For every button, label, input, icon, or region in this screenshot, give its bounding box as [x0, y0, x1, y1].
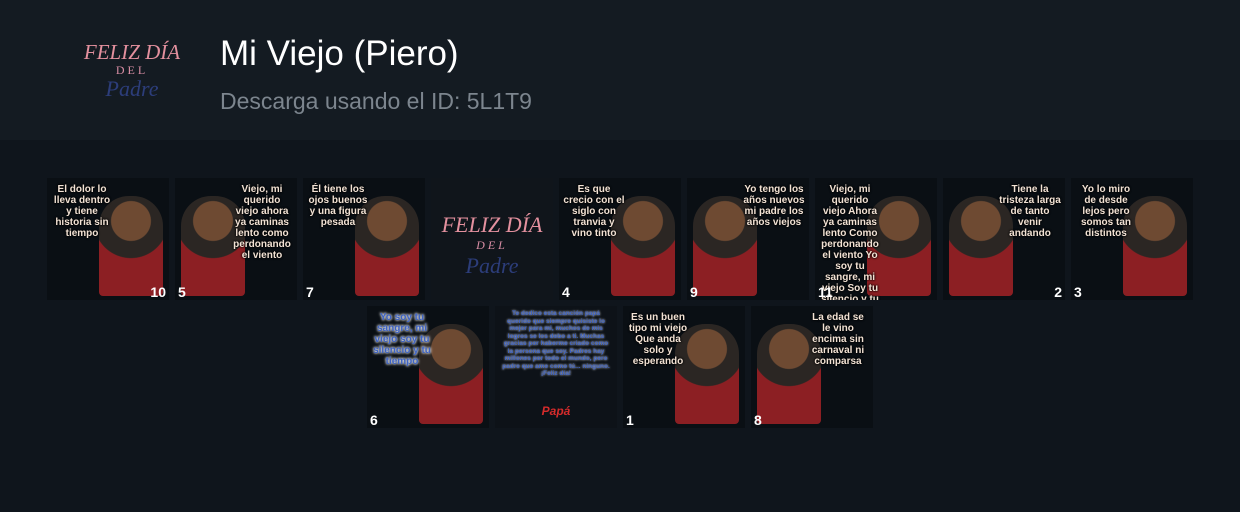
sticker[interactable]: Él tiene los ojos buenos y una figura pe…: [303, 178, 425, 300]
sticker-text: Viejo, mi querido viejo ahora ya caminas…: [233, 184, 291, 261]
sticker-text: Yo tengo los años nuevos mi padre los añ…: [743, 184, 805, 228]
sticker-text: FELIZ DÍA: [441, 212, 543, 237]
sticker-text: Yo soy tu sangre, mi viejo soy tu silenc…: [373, 312, 431, 367]
sticker[interactable]: Es que crecio con el siglo con tranvia y…: [559, 178, 681, 300]
sticker[interactable]: Viejo, mi querido viejo Ahora ya caminas…: [815, 178, 937, 300]
sticker[interactable]: Te dedico esta canción papá querido que …: [495, 306, 617, 428]
sticker-emoji: 5: [178, 284, 186, 300]
sticker-text: Padre: [465, 253, 519, 278]
sticker-emoji: 8: [754, 412, 762, 428]
sticker[interactable]: La edad se le vino encima sin carnaval n…: [751, 306, 873, 428]
sticker-row: Yo soy tu sangre, mi viejo soy tu silenc…: [0, 306, 1240, 428]
pack-icon-text: Padre: [105, 75, 159, 101]
sticker-emoji: 7: [306, 284, 314, 300]
sticker-text: La edad se le vino encima sin carnaval n…: [811, 312, 865, 367]
sticker-emoji: 11: [818, 284, 833, 300]
sticker[interactable]: El dolor lo lleva dentro y tiene histori…: [47, 178, 169, 300]
pack-subtitle: Descarga usando el ID: 5L1T9: [220, 88, 532, 114]
sticker-text: FELIZ DÍA DEL Padre: [431, 212, 553, 279]
sticker-row: El dolor lo lleva dentro y tiene histori…: [0, 178, 1240, 300]
sticker[interactable]: FELIZ DÍA DEL Padre: [431, 178, 553, 300]
pack-title: Mi Viejo (Piero): [220, 34, 459, 73]
sticker-text: Él tiene los ojos buenos y una figura pe…: [308, 184, 368, 228]
sticker-emoji: 2: [1054, 284, 1062, 300]
sticker-text: El dolor lo lleva dentro y tiene histori…: [53, 184, 111, 239]
sticker[interactable]: Yo soy tu sangre, mi viejo soy tu silenc…: [367, 306, 489, 428]
pack-header: FELIZ DÍA DEL Padre Mi Viejo (Piero) Des…: [0, 0, 1240, 140]
sticker-emoji: 4: [562, 284, 570, 300]
pack-icon: FELIZ DÍA DEL Padre: [78, 18, 186, 122]
pack-icon-text: FELIZ DÍA: [83, 39, 181, 64]
sticker-text: Es un buen tipo mi viejo Que anda solo y…: [628, 312, 688, 367]
sticker[interactable]: Es un buen tipo mi viejo Que anda solo y…: [623, 306, 745, 428]
sticker-text: Viejo, mi querido viejo Ahora ya caminas…: [821, 184, 879, 300]
sticker-text: Es que crecio con el siglo con tranvia y…: [563, 184, 625, 239]
sticker[interactable]: Yo tengo los años nuevos mi padre los añ…: [687, 178, 809, 300]
sticker[interactable]: Tiene la tristeza larga de tanto venir a…: [943, 178, 1065, 300]
sticker-emoji: 10: [150, 284, 166, 300]
sticker-grid: El dolor lo lleva dentro y tiene histori…: [0, 178, 1240, 428]
sticker-emoji: 3: [1074, 284, 1082, 300]
sticker-text: Yo lo miro de desde lejos pero somos tan…: [1080, 184, 1131, 239]
sticker-emoji: 6: [370, 412, 378, 428]
sticker-emoji: 1: [626, 412, 634, 428]
sticker-text: Te dedico esta canción papá querido que …: [502, 310, 610, 377]
sticker-text: DEL: [476, 238, 508, 252]
sticker-emoji: 9: [690, 284, 698, 300]
sticker-text: Tiene la tristeza larga de tanto venir a…: [999, 184, 1061, 239]
sticker[interactable]: Viejo, mi querido viejo ahora ya caminas…: [175, 178, 297, 300]
sticker-signature: Papá: [541, 404, 571, 418]
sticker[interactable]: Yo lo miro de desde lejos pero somos tan…: [1071, 178, 1193, 300]
